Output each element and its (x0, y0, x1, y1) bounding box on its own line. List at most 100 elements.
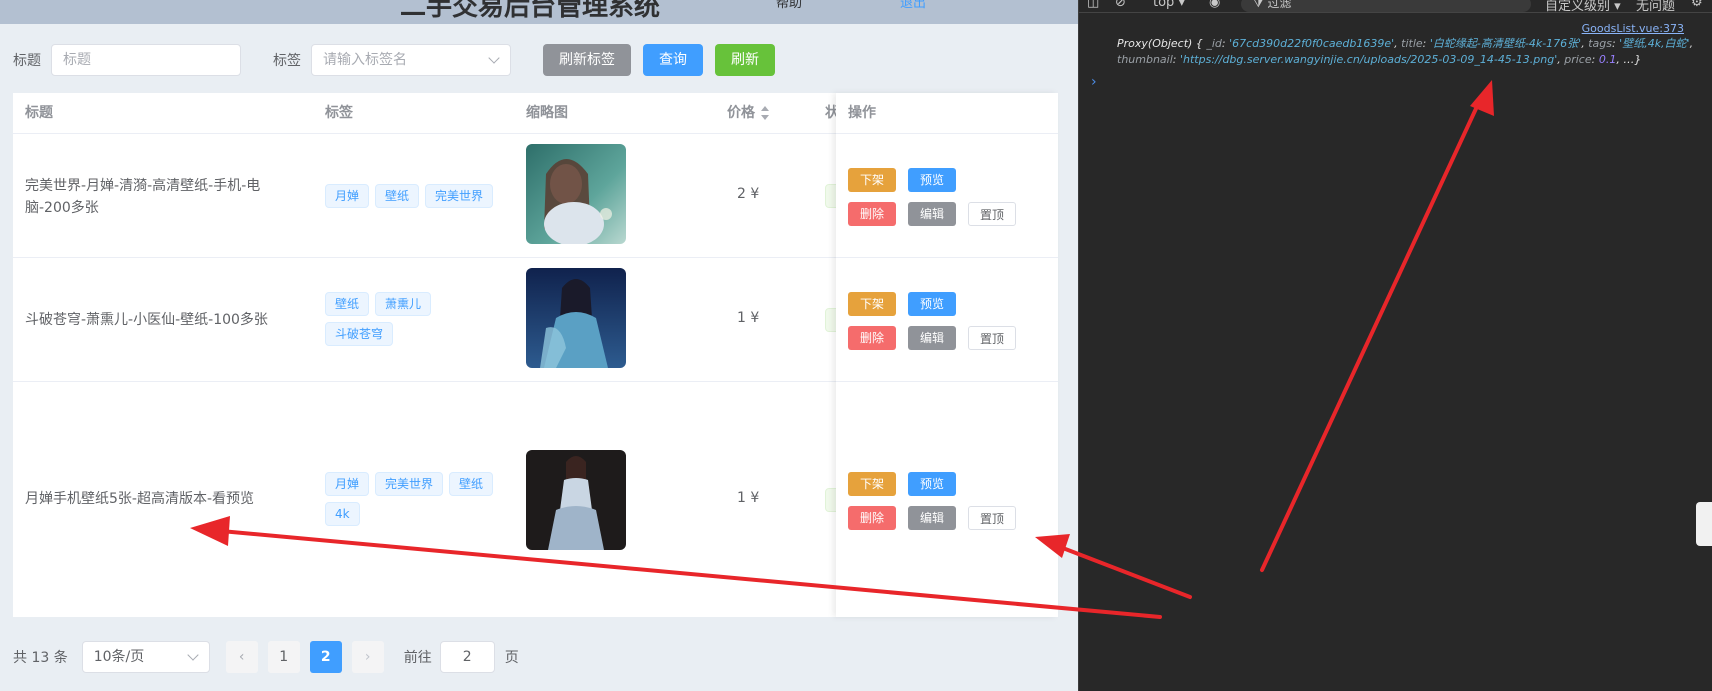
title-filter-input[interactable]: 标题 (51, 44, 241, 76)
offline-button[interactable]: 下架 (848, 292, 896, 316)
settings-gear-icon[interactable]: ⚙ (1691, 0, 1703, 10)
log-key: _id (1206, 37, 1222, 50)
title-filter-label: 标题 (13, 53, 41, 69)
column-header-title: 标题 (25, 105, 53, 121)
preview-button[interactable]: 预览 (908, 292, 956, 316)
log-level-select[interactable]: 自定义级别 ▾ (1545, 0, 1621, 14)
column-header-tags: 标签 (325, 105, 353, 121)
pin-button[interactable]: 置顶 (968, 326, 1016, 350)
actions-column: 操作 下架 预览 删除 编辑 置顶 下架 预览 删除 编辑 置顶 下架 预览 删… (836, 93, 1058, 617)
pin-button[interactable]: 置顶 (968, 506, 1016, 530)
page-number-button[interactable]: 1 (267, 641, 300, 673)
scroll-handle[interactable] (1696, 502, 1712, 546)
tag-chip: 斗破苍穹 (325, 322, 394, 346)
console-log-entry[interactable]: Proxy(Object) { _id: '67cd390d22f0f0caed… (1117, 36, 1702, 68)
header-link-help[interactable]: 帮助 (776, 0, 802, 11)
tag-chip: 完美世界 (375, 472, 444, 496)
row-tags: 月婵 完美世界 壁纸 4k (325, 472, 500, 526)
actions-header-divider (836, 93, 1058, 134)
tag-chip: 月婵 (325, 472, 370, 496)
log-string: '67cd390d22f0f0caedb1639e' (1229, 37, 1395, 50)
edit-button[interactable]: 编辑 (908, 506, 956, 530)
pin-button[interactable]: 置顶 (968, 202, 1016, 226)
column-header-thumbnail: 缩略图 (526, 105, 568, 121)
log-prefix: Proxy(Object) { (1117, 37, 1203, 50)
row-title: 月婵手机壁纸5张-超高清版本-看预览 (25, 491, 255, 507)
tag-chip: 壁纸 (325, 292, 370, 316)
console-filter-input[interactable]: ⧩ 过滤 (1241, 0, 1531, 12)
refresh-button[interactable]: 刷新 (715, 44, 775, 76)
delete-button[interactable]: 删除 (848, 202, 896, 226)
log-string: 'https://dbg.server.wangyinjie.cn/upload… (1179, 53, 1558, 66)
row-tags: 壁纸 萧熏儿 斗破苍穹 (325, 292, 500, 346)
actions-row: 下架 预览 删除 编辑 置顶 (836, 382, 1058, 617)
tag-filter-select[interactable]: 请输入标签名 (311, 44, 511, 76)
context-select[interactable]: top ▾ (1153, 0, 1185, 10)
console-filter-placeholder: 过滤 (1267, 0, 1292, 10)
refresh-tags-button[interactable]: 刷新标签 (543, 44, 631, 76)
pagination: 共 13 条 10条/页 ‹ 1 2 › 前往 2 页 (13, 641, 519, 673)
page-title: 二手交易后台管理系统 (400, 0, 661, 22)
row-price: 1 ¥ (737, 310, 760, 326)
tag-chip: 萧熏儿 (375, 292, 432, 316)
goto-page-input[interactable]: 2 (439, 641, 495, 673)
issues-counter[interactable]: 无问题 (1636, 0, 1675, 14)
goto-label: 前往 (403, 650, 432, 666)
column-header-price[interactable]: 价格 (727, 93, 769, 134)
delete-button[interactable]: 删除 (848, 326, 896, 350)
log-key: thumbnail (1117, 53, 1173, 66)
actions-row: 下架 预览 删除 编辑 置顶 (836, 258, 1058, 382)
edit-button[interactable]: 编辑 (908, 202, 956, 226)
sort-caret-icon[interactable] (761, 106, 769, 120)
row-tags: 月婵 壁纸 完美世界 (325, 184, 500, 208)
column-header-price-label: 价格 (727, 105, 755, 121)
row-title: 斗破苍穹-萧熏儿-小医仙-壁纸-100多张 (25, 312, 268, 328)
console-toolbar: ◫ ⊘ top ▾ ◉ ⧩ 过滤 自定义级别 ▾ 无问题 ⚙ (1079, 0, 1712, 14)
query-button[interactable]: 查询 (643, 44, 703, 76)
delete-button[interactable]: 删除 (848, 506, 896, 530)
goods-table: 标题 标签 缩略图 价格 状 完美世界-月婵-清漪-高清壁纸-手机-电脑-200… (13, 93, 1058, 617)
clear-console-icon[interactable]: ⊘ (1115, 0, 1126, 10)
chevron-down-icon (488, 52, 500, 64)
console-prompt-icon[interactable]: › (1091, 74, 1097, 90)
pagination-total: 共 13 条 (13, 650, 68, 666)
log-string: '白蛇缘起-高清壁纸-4k-176张' (1429, 37, 1582, 50)
devtools-console: ◫ ⊘ top ▾ ◉ ⧩ 过滤 自定义级别 ▾ 无问题 ⚙ GoodsList… (1078, 0, 1712, 691)
row-title: 完美世界-月婵-清漪-高清壁纸-手机-电脑-200多张 (25, 178, 261, 216)
console-source-link[interactable]: GoodsList.vue:373 (1582, 22, 1684, 35)
header-link-logout[interactable]: 退出 (900, 0, 926, 11)
actions-row: 下架 预览 删除 编辑 置顶 (836, 134, 1058, 258)
page-number-button-current[interactable]: 2 (309, 641, 342, 673)
page-size-select[interactable]: 10条/页 (81, 641, 210, 673)
chevron-down-icon (187, 649, 199, 661)
search-bar: 标题 标题 标签 请输入标签名 刷新标签 查询 刷新 (13, 44, 775, 76)
row-thumbnail-image[interactable] (526, 450, 626, 550)
app-header: 二手交易后台管理系统 帮助 退出 (0, 0, 1078, 24)
preview-button[interactable]: 预览 (908, 168, 956, 192)
row-thumbnail-image[interactable] (526, 144, 626, 244)
sidebar-toggle-icon[interactable]: ◫ (1087, 0, 1099, 10)
log-string: '壁纸,4k,白蛇' (1619, 37, 1690, 50)
row-thumbnail-image[interactable] (526, 268, 626, 368)
prev-page-button[interactable]: ‹ (225, 641, 258, 673)
log-key: title (1401, 37, 1423, 50)
tag-chip: 壁纸 (375, 184, 420, 208)
preview-button[interactable]: 预览 (908, 472, 956, 496)
tag-filter-label: 标签 (273, 53, 301, 69)
next-page-button[interactable]: › (351, 641, 384, 673)
log-key: tags (1588, 37, 1612, 50)
admin-app: 二手交易后台管理系统 帮助 退出 标题 标题 标签 请输入标签名 刷新标签 查询… (0, 0, 1078, 691)
log-number: 0.1 (1598, 53, 1617, 66)
row-price: 2 ¥ (737, 186, 760, 202)
context-value: top (1153, 0, 1175, 10)
live-expression-eye-icon[interactable]: ◉ (1209, 0, 1220, 10)
edit-button[interactable]: 编辑 (908, 326, 956, 350)
offline-button[interactable]: 下架 (848, 472, 896, 496)
tag-chip: 完美世界 (425, 184, 494, 208)
offline-button[interactable]: 下架 (848, 168, 896, 192)
log-key: price (1564, 53, 1592, 66)
filter-icon: ⧩ (1253, 0, 1268, 10)
tag-filter-placeholder: 请输入标签名 (323, 52, 407, 68)
row-price: 1 ¥ (737, 490, 760, 506)
log-level-value: 自定义级别 (1545, 0, 1611, 14)
